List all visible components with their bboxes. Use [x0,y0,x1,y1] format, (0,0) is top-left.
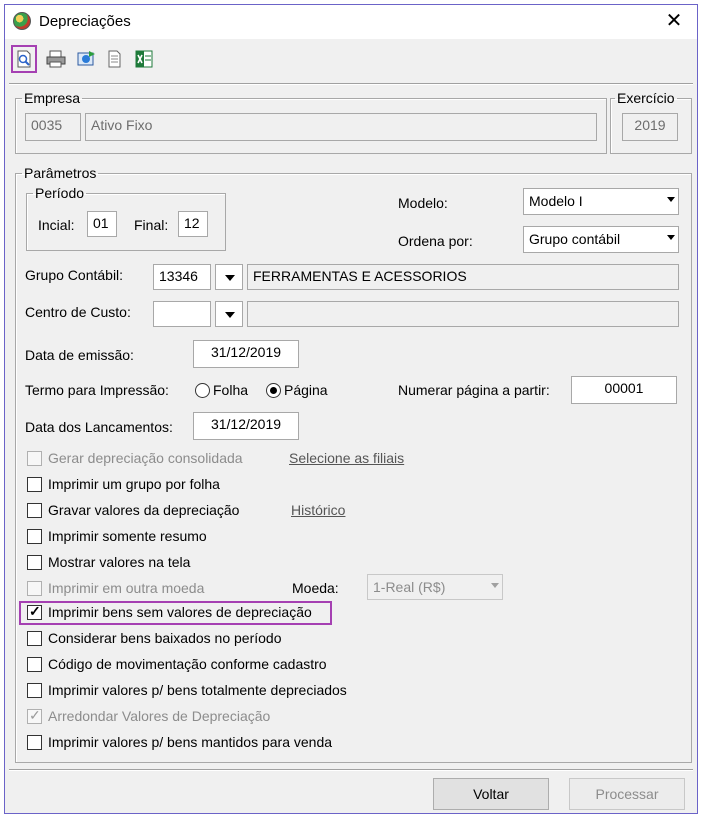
checkbox-bens-sem-valores[interactable]: ✓ [27,603,42,620]
toolbar [5,41,697,79]
checkbox-mostrar-tela[interactable] [27,555,42,570]
moeda-select[interactable]: 1-Real (R$) [367,574,503,600]
footer-divider [9,769,693,771]
processar-button-label: Processar [595,786,659,802]
export-button[interactable] [73,45,99,73]
modelo-select[interactable]: Modelo I [523,188,679,215]
document-icon [108,50,121,68]
link-historico[interactable]: Histórico [291,502,345,518]
checkbox-mostrar-tela-label: Mostrar valores na tela [48,554,191,570]
ordena-select[interactable]: Grupo contábil [523,226,679,253]
modelo-value: Modelo I [529,193,583,209]
processar-button[interactable]: Processar [569,778,685,810]
data-lanc-field[interactable]: 31/12/2019 [193,412,299,440]
data-emissao-field[interactable]: 31/12/2019 [193,340,299,368]
checkbox-bens-baixados-label: Considerar bens baixados no período [48,630,282,646]
radio-folha[interactable] [195,383,210,398]
centro-dropdown-button[interactable] [215,301,243,327]
checkbox-bens-baixados[interactable] [27,631,42,646]
checkbox-mantidos-venda-label: Imprimir valores p/ bens mantidos para v… [48,734,333,750]
grupo-label: Grupo Contábil: [25,267,124,283]
periodo-inicial-label: Incial: [38,217,75,233]
excel-button[interactable] [131,45,157,73]
chevron-down-icon [491,583,499,588]
numerar-field[interactable]: 00001 [571,376,677,404]
checkmark-icon: ✓ [29,707,41,723]
data-lanc-label: Data dos Lancamentos: [25,419,173,435]
checkbox-gerar-consolidada[interactable] [27,451,42,466]
parametros-legend: Parâmetros [24,165,97,181]
export-icon [77,51,95,66]
data-emissao-label: Data de emissão: [25,347,134,363]
checkbox-arredondar-label: Arredondar Valores de Depreciação [48,708,271,724]
toolbar-divider [9,83,693,85]
checkbox-mantidos-venda[interactable] [27,735,42,750]
exercicio-legend: Exercício [617,90,675,106]
modelo-label: Modelo: [398,195,448,211]
periodo-final-label: Final: [134,217,169,233]
title-bar: Depreciações ✕ [5,5,697,39]
grupo-description-field: FERRAMENTAS E ACESSORIOS [247,264,679,290]
checkbox-codigo-movimentacao[interactable] [27,657,42,672]
empresa-code-field: 0035 [25,113,81,141]
checkbox-totalmente-depreciados-label: Imprimir valores p/ bens totalmente depr… [48,682,347,698]
centro-code-field[interactable] [153,301,211,327]
centro-label: Centro de Custo: [25,304,131,320]
voltar-button-label: Voltar [473,786,509,802]
exercicio-year-field: 2019 [622,113,678,141]
ordena-value: Grupo contábil [529,231,621,247]
checkbox-arredondar[interactable]: ✓ [27,707,42,724]
chevron-down-icon [667,197,675,202]
numerar-label: Numerar página a partir: [398,382,550,398]
checkmark-icon: ✓ [29,603,41,619]
printer-icon [46,50,66,68]
checkbox-somente-resumo-label: Imprimir somente resumo [48,528,207,544]
radio-pagina[interactable] [266,383,281,398]
checkbox-gravar-valores[interactable] [27,503,42,518]
close-button[interactable]: ✕ [659,8,689,34]
periodo-inicial-field[interactable]: 01 [87,211,117,237]
termo-label: Termo para Impressão: [25,382,169,398]
chevron-down-icon [667,235,675,240]
voltar-button[interactable]: Voltar [433,778,549,810]
empresa-name-field: Ativo Fixo [85,113,597,141]
radio-selected-dot [270,387,277,394]
checkbox-codigo-movimentacao-label: Código de movimentação conforme cadastro [48,656,327,672]
checkbox-bens-sem-valores-label: Imprimir bens sem valores de depreciação [48,604,312,620]
empresa-legend: Empresa [24,90,81,106]
checkbox-gerar-consolidada-label: Gerar depreciação consolidada [48,450,243,466]
app-icon [13,12,31,30]
window-title: Depreciações [39,13,131,30]
checkbox-gravar-valores-label: Gravar valores da depreciação [48,502,240,518]
radio-folha-label: Folha [213,382,249,398]
document-button[interactable] [101,45,127,73]
checkbox-somente-resumo[interactable] [27,529,42,544]
checkbox-outra-moeda[interactable] [27,581,42,596]
grupo-code-field[interactable]: 13346 [153,264,211,290]
checkbox-totalmente-depreciados[interactable] [27,683,42,698]
moeda-label: Moeda: [292,580,339,596]
checkbox-grupo-por-folha[interactable] [27,477,42,492]
depreciacoes-window: Depreciações ✕ Empresa 0035 Ativo Fixo E… [4,4,698,814]
preview-button[interactable] [11,45,37,73]
grupo-dropdown-button[interactable] [215,264,243,290]
periodo-final-field[interactable]: 12 [178,211,208,237]
checkbox-grupo-por-folha-label: Imprimir um grupo por folha [48,476,220,492]
link-selecione-filiais[interactable]: Selecione as filiais [289,450,404,466]
centro-description-field [247,301,679,327]
periodo-legend: Período [35,185,85,201]
ordena-label: Ordena por: [398,233,473,249]
excel-icon [135,50,153,68]
print-button[interactable] [43,45,69,73]
preview-icon [17,50,31,68]
moeda-value: 1-Real (R$) [373,579,446,595]
radio-pagina-label: Página [284,382,328,398]
checkbox-outra-moeda-label: Imprimir em outra moeda [48,580,205,596]
